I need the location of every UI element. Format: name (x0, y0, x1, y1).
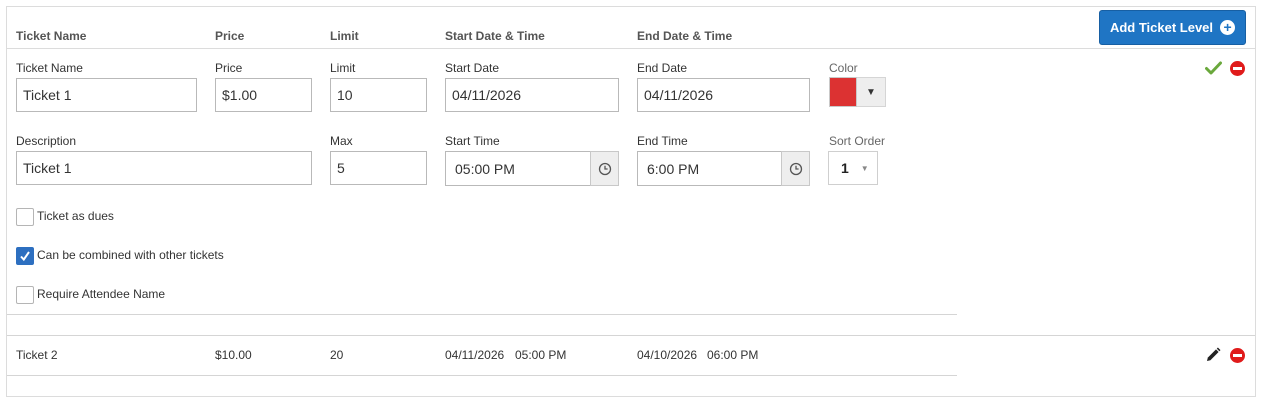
ticket-as-dues-checkbox[interactable] (16, 208, 34, 226)
ticket-row-start-time: 05:00 PM (515, 348, 567, 362)
header-divider (7, 48, 1255, 49)
ticket-row-limit: 20 (330, 348, 344, 362)
limit-input[interactable] (330, 78, 427, 112)
limit-label: Limit (330, 61, 356, 75)
sort-order-label: Sort Order (829, 134, 886, 148)
ticket-row-price: $10.00 (215, 348, 252, 362)
row-divider (7, 335, 1255, 336)
plus-circle-icon: + (1220, 20, 1236, 35)
column-header-price: Price (215, 29, 245, 43)
column-header-start: Start Date & Time (445, 29, 545, 43)
end-time-input[interactable] (637, 151, 781, 186)
sort-order-value: 1 (841, 160, 849, 176)
clock-icon[interactable] (590, 151, 619, 186)
add-ticket-level-button[interactable]: Add Ticket Level + (1099, 10, 1246, 45)
end-date-label: End Date (637, 61, 688, 75)
max-label: Max (330, 134, 353, 148)
ticket-levels-panel (6, 6, 1256, 397)
remove-circle-icon[interactable] (1228, 59, 1246, 77)
start-time-input[interactable] (445, 151, 590, 186)
ticket-row-end-time: 06:00 PM (707, 348, 759, 362)
ticket-row-start-date: 04/11/2026 (445, 348, 505, 362)
row-bottom-divider (7, 375, 957, 376)
require-attendee-name-label: Require Attendee Name (37, 287, 166, 301)
ticket-row-name: Ticket 2 (16, 348, 58, 362)
combine-tickets-label: Can be combined with other tickets (37, 248, 224, 262)
color-swatch[interactable] (829, 77, 857, 107)
end-time-picker (637, 151, 810, 186)
column-header-limit: Limit (330, 29, 359, 43)
ticket-row-end-date: 04/10/2026 (637, 348, 698, 362)
start-time-label: Start Time (445, 134, 500, 148)
color-label: Color (829, 61, 858, 75)
ticket-name-input[interactable] (16, 78, 197, 112)
caret-down-icon: ▼ (860, 163, 869, 173)
checkmark-icon (20, 251, 30, 262)
start-date-input[interactable] (445, 78, 619, 112)
ticket-as-dues-label: Ticket as dues (37, 209, 114, 223)
sort-order-select[interactable]: 1 ▼ (828, 151, 878, 185)
confirm-checkmark-icon[interactable] (1204, 59, 1222, 77)
form-divider (7, 314, 957, 315)
ticket-name-label: Ticket Name (16, 61, 83, 75)
end-time-label: End Time (637, 134, 688, 148)
column-header-ticket-name: Ticket Name (16, 29, 87, 43)
require-attendee-name-checkbox[interactable] (16, 286, 34, 304)
remove-circle-icon[interactable] (1228, 346, 1246, 364)
start-date-label: Start Date (445, 61, 500, 75)
end-date-input[interactable] (637, 78, 810, 112)
clock-icon[interactable] (781, 151, 810, 186)
column-header-end: End Date & Time (637, 29, 733, 43)
pencil-icon[interactable] (1204, 346, 1222, 364)
max-input[interactable] (330, 151, 427, 185)
price-input[interactable] (215, 78, 312, 112)
price-label: Price (215, 61, 243, 75)
add-ticket-level-label: Add Ticket Level (1109, 20, 1214, 35)
caret-down-icon[interactable]: ▼ (857, 77, 886, 107)
start-time-picker (445, 151, 619, 186)
description-label: Description (16, 134, 77, 148)
color-picker[interactable]: ▼ (829, 77, 886, 107)
combine-tickets-checkbox[interactable] (16, 247, 34, 265)
description-input[interactable] (16, 151, 312, 185)
